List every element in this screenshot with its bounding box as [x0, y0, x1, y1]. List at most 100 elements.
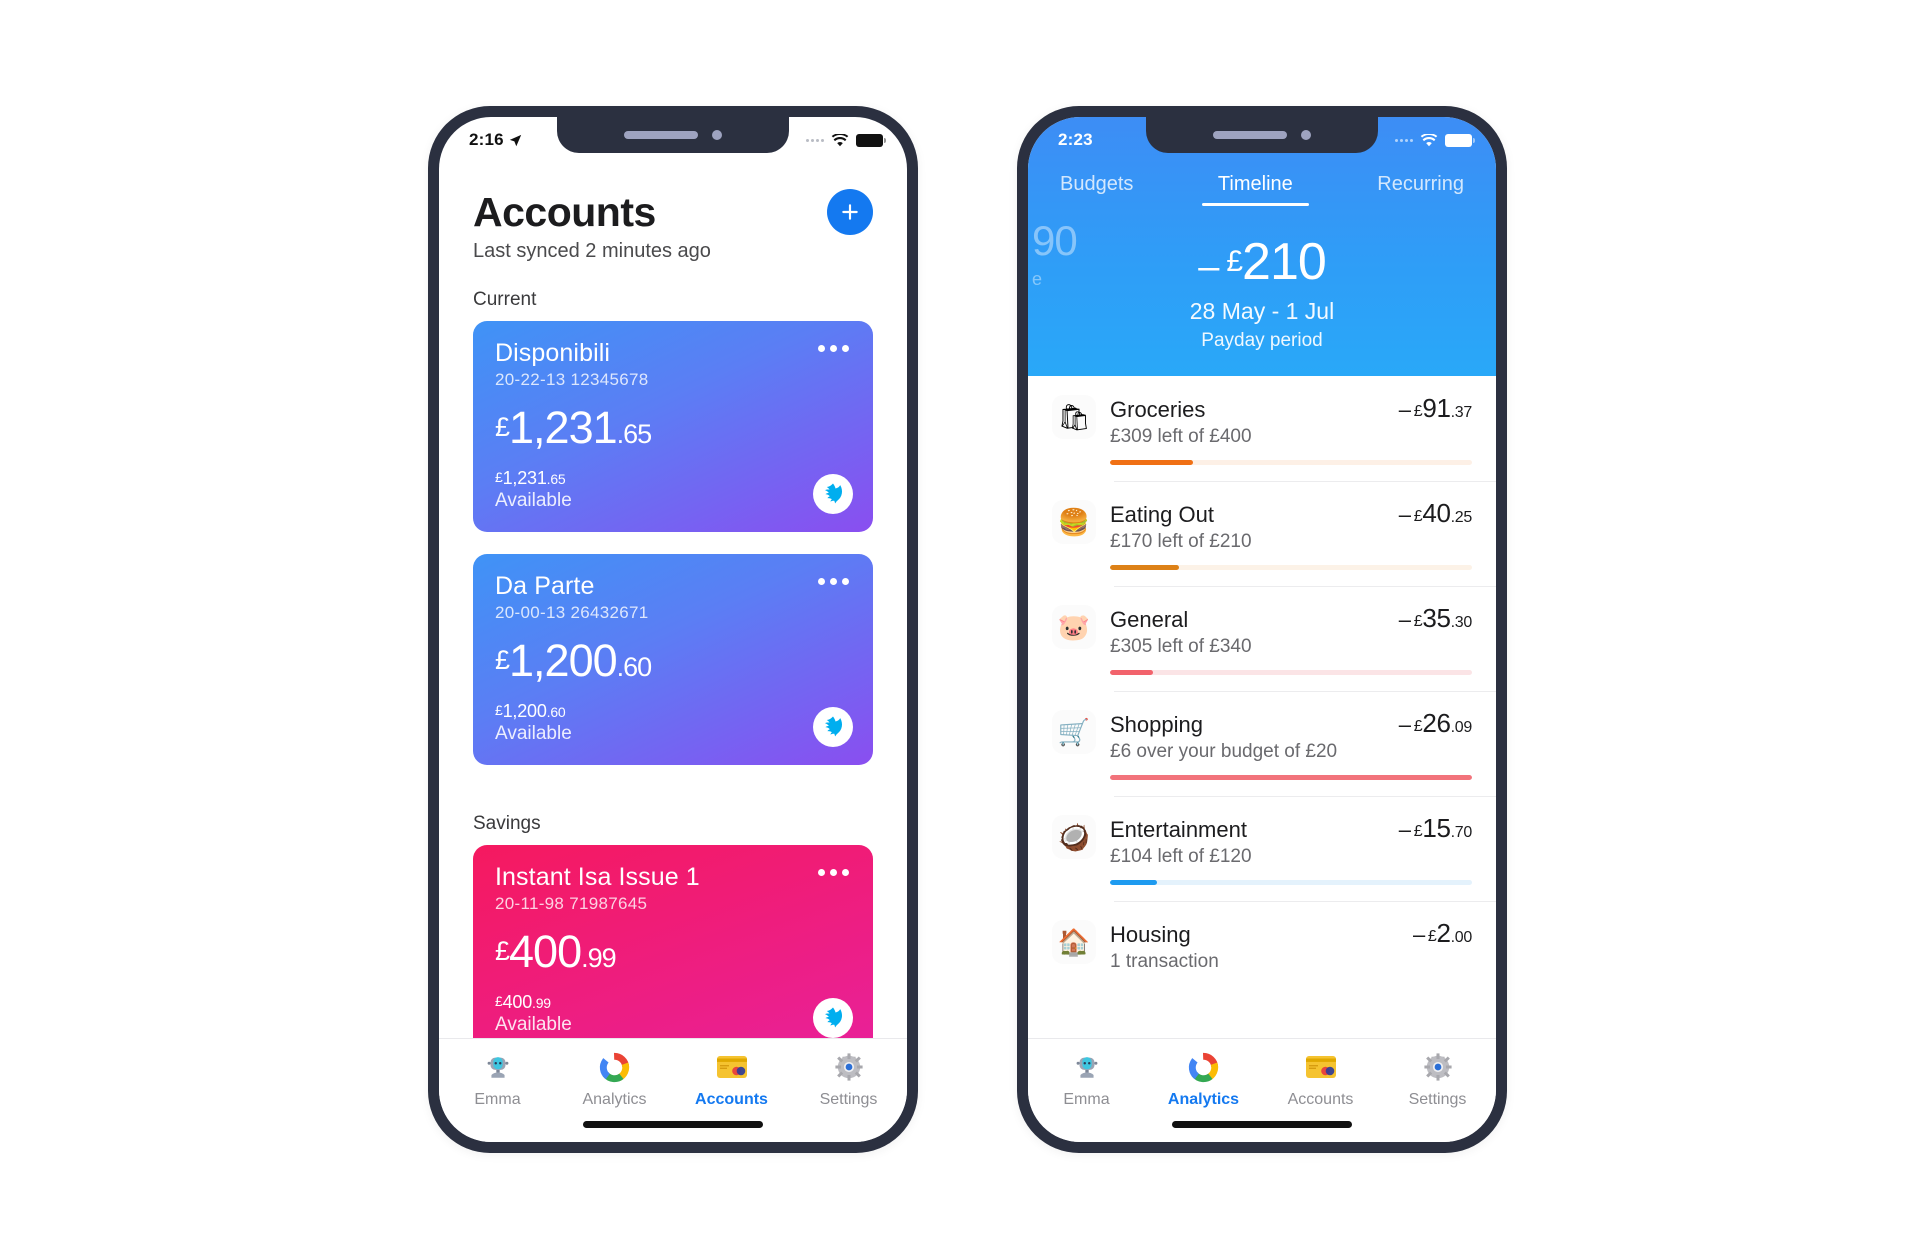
budget-amount: – £2.00: [1413, 918, 1472, 949]
available-integer: 400: [502, 992, 533, 1012]
budget-row-top: General – £35.30: [1110, 603, 1472, 634]
gear-icon: [832, 1050, 866, 1084]
account-options-button[interactable]: [814, 865, 853, 880]
robot-icon: [481, 1050, 515, 1084]
available-currency: £: [495, 993, 503, 1009]
add-account-button[interactable]: [827, 189, 873, 235]
gear-icon: [1423, 1053, 1452, 1081]
budget-row[interactable]: 🍔 Eating Out – £40.25 £170 left of £210: [1028, 481, 1496, 586]
tab-emma[interactable]: Emma: [439, 1050, 556, 1109]
budget-row[interactable]: 🏠 Housing – £2.00 1 transaction: [1028, 901, 1496, 989]
balance-integer: 1,231: [509, 402, 618, 453]
budget-amount: – £35.30: [1399, 603, 1473, 634]
budget-subtitle: £104 left of £120: [1110, 846, 1252, 867]
budget-subtitle: £170 left of £210: [1110, 531, 1252, 552]
tab-analytics[interactable]: Analytics: [1145, 1050, 1262, 1109]
account-number: 20-22-13 12345678: [495, 370, 649, 389]
tab-label: Accounts: [695, 1091, 768, 1108]
budget-subtitle: £309 left of £400: [1110, 426, 1252, 447]
account-available: £400.99 Available: [495, 992, 851, 1036]
page-title: Accounts: [473, 189, 656, 235]
budget-row-top: Shopping – £26.09: [1110, 708, 1472, 739]
amount-sign: –: [1412, 922, 1425, 947]
amount-integer: 40: [1422, 498, 1451, 528]
available-label: Available: [495, 490, 572, 511]
tab-accounts[interactable]: Accounts: [673, 1050, 790, 1109]
tab-label: Analytics: [1167, 1091, 1240, 1108]
budget-row-body: General – £35.30 £305 left of £340: [1110, 603, 1472, 691]
budget-name: Eating Out: [1110, 502, 1214, 527]
gear-icon: [1421, 1050, 1455, 1084]
account-name: Disponibili: [495, 339, 611, 367]
timeline-hero: Budgets Timeline Recurring 90 e – £210 28 M…: [1028, 117, 1496, 376]
accounts-sections: Current Disponibili 20-22-13 12345678 £1,23…: [439, 263, 907, 1056]
tab-settings[interactable]: Settings: [1379, 1050, 1496, 1109]
barclays-eagle-icon: [824, 1007, 843, 1028]
balance-decimal: .60: [616, 652, 653, 682]
amount-value: 210: [1242, 233, 1327, 291]
account-card[interactable]: Instant Isa Issue 1 20-11-98 71987645 £400…: [473, 845, 873, 1056]
account-available: £1,231.65 Available: [495, 468, 851, 512]
budget-name: Entertainment: [1110, 817, 1247, 842]
budget-row-top: Groceries – £91.37: [1110, 393, 1472, 424]
budget-row-body: Housing – £2.00 1 transaction: [1110, 918, 1472, 989]
budget-row[interactable]: 🛍 Groceries – £91.37 £309 left of £400: [1028, 376, 1496, 481]
screenshot-canvas: 2:16 Accounts Last synced 2 minutes ago …: [0, 0, 1920, 1259]
budget-amount: – £91.37: [1398, 393, 1473, 424]
credit-card-icon: [716, 1056, 747, 1078]
amount-decimal: .30: [1450, 614, 1473, 631]
amount-integer: 35: [1422, 603, 1451, 633]
budget-row[interactable]: 🥥 Entertainment – £15.70 £104 left of £120: [1028, 796, 1496, 901]
available-amount: £1,200.60: [495, 701, 851, 722]
amount-integer: 15: [1422, 813, 1451, 843]
balance-decimal: .99: [581, 943, 617, 973]
bank-logo: [813, 707, 853, 747]
budget-row-top: Eating Out – £40.25: [1110, 498, 1472, 529]
bank-logo: [813, 474, 853, 514]
shopping-bag-icon: 🛒: [1052, 710, 1096, 754]
budget-name: Housing: [1110, 922, 1191, 947]
robot-icon: [487, 1057, 508, 1078]
tab-budgets[interactable]: Budgets: [1060, 169, 1133, 206]
budget-row[interactable]: 🛒 Shopping – £26.09 £6 over your budget of £…: [1028, 691, 1496, 796]
period-total-amount: – £210: [1028, 232, 1496, 292]
budget-name: Shopping: [1110, 712, 1203, 737]
tab-analytics[interactable]: Analytics: [556, 1050, 673, 1109]
tab-settings[interactable]: Settings: [790, 1050, 907, 1109]
budget-row-top: Entertainment – £15.70: [1110, 813, 1472, 844]
amount-sign: –: [1398, 397, 1411, 422]
donut-chart-icon: [599, 1052, 630, 1082]
donut-chart-icon: [598, 1050, 632, 1084]
tab-emma[interactable]: Emma: [1028, 1050, 1145, 1109]
account-name: Instant Isa Issue 1: [495, 863, 700, 891]
available-integer: 1,200: [502, 701, 547, 721]
phone-analytics: 2:23 Budgets Timeline Recurring 90 e – £…: [1017, 106, 1507, 1153]
budget-amount: – £40.25: [1398, 498, 1473, 529]
budget-row[interactable]: 🐷 General – £35.30 £305 left of £340: [1028, 586, 1496, 691]
budget-progress-bar: [1110, 880, 1472, 885]
account-section-label: Savings: [473, 813, 541, 834]
barclays-eagle-icon: [824, 483, 843, 504]
speaker-icon: [624, 131, 698, 139]
plus-icon: [842, 204, 858, 220]
balance-currency: £: [495, 412, 510, 442]
amount-sign: –: [1398, 502, 1411, 527]
account-options-button[interactable]: [814, 574, 853, 589]
tab-timeline[interactable]: Timeline: [1201, 169, 1309, 206]
tab-accounts[interactable]: Accounts: [1262, 1050, 1379, 1109]
budget-amount: – £26.09: [1399, 708, 1473, 739]
account-number: 20-11-98 71987645: [495, 894, 648, 913]
available-decimal: .65: [546, 471, 566, 487]
speaker-icon: [1213, 131, 1287, 139]
tab-recurring[interactable]: Recurring: [1377, 169, 1464, 206]
account-card[interactable]: Da Parte 20-00-13 26432671 £1,200.60 £1,200…: [473, 554, 873, 765]
available-decimal: .60: [546, 704, 566, 720]
budget-subtitle: £305 left of £340: [1110, 636, 1252, 657]
budget-subtitle: £6 over your budget of £20: [1110, 741, 1338, 762]
available-currency: £: [495, 469, 503, 485]
balance-currency: £: [495, 645, 510, 675]
budget-list: 🛍 Groceries – £91.37 £309 left of £400 🍔 Eatin…: [1028, 376, 1496, 989]
amount-decimal: .09: [1450, 719, 1473, 736]
account-card[interactable]: Disponibili 20-22-13 12345678 £1,231.65 £1,…: [473, 321, 873, 532]
account-options-button[interactable]: [814, 341, 853, 356]
